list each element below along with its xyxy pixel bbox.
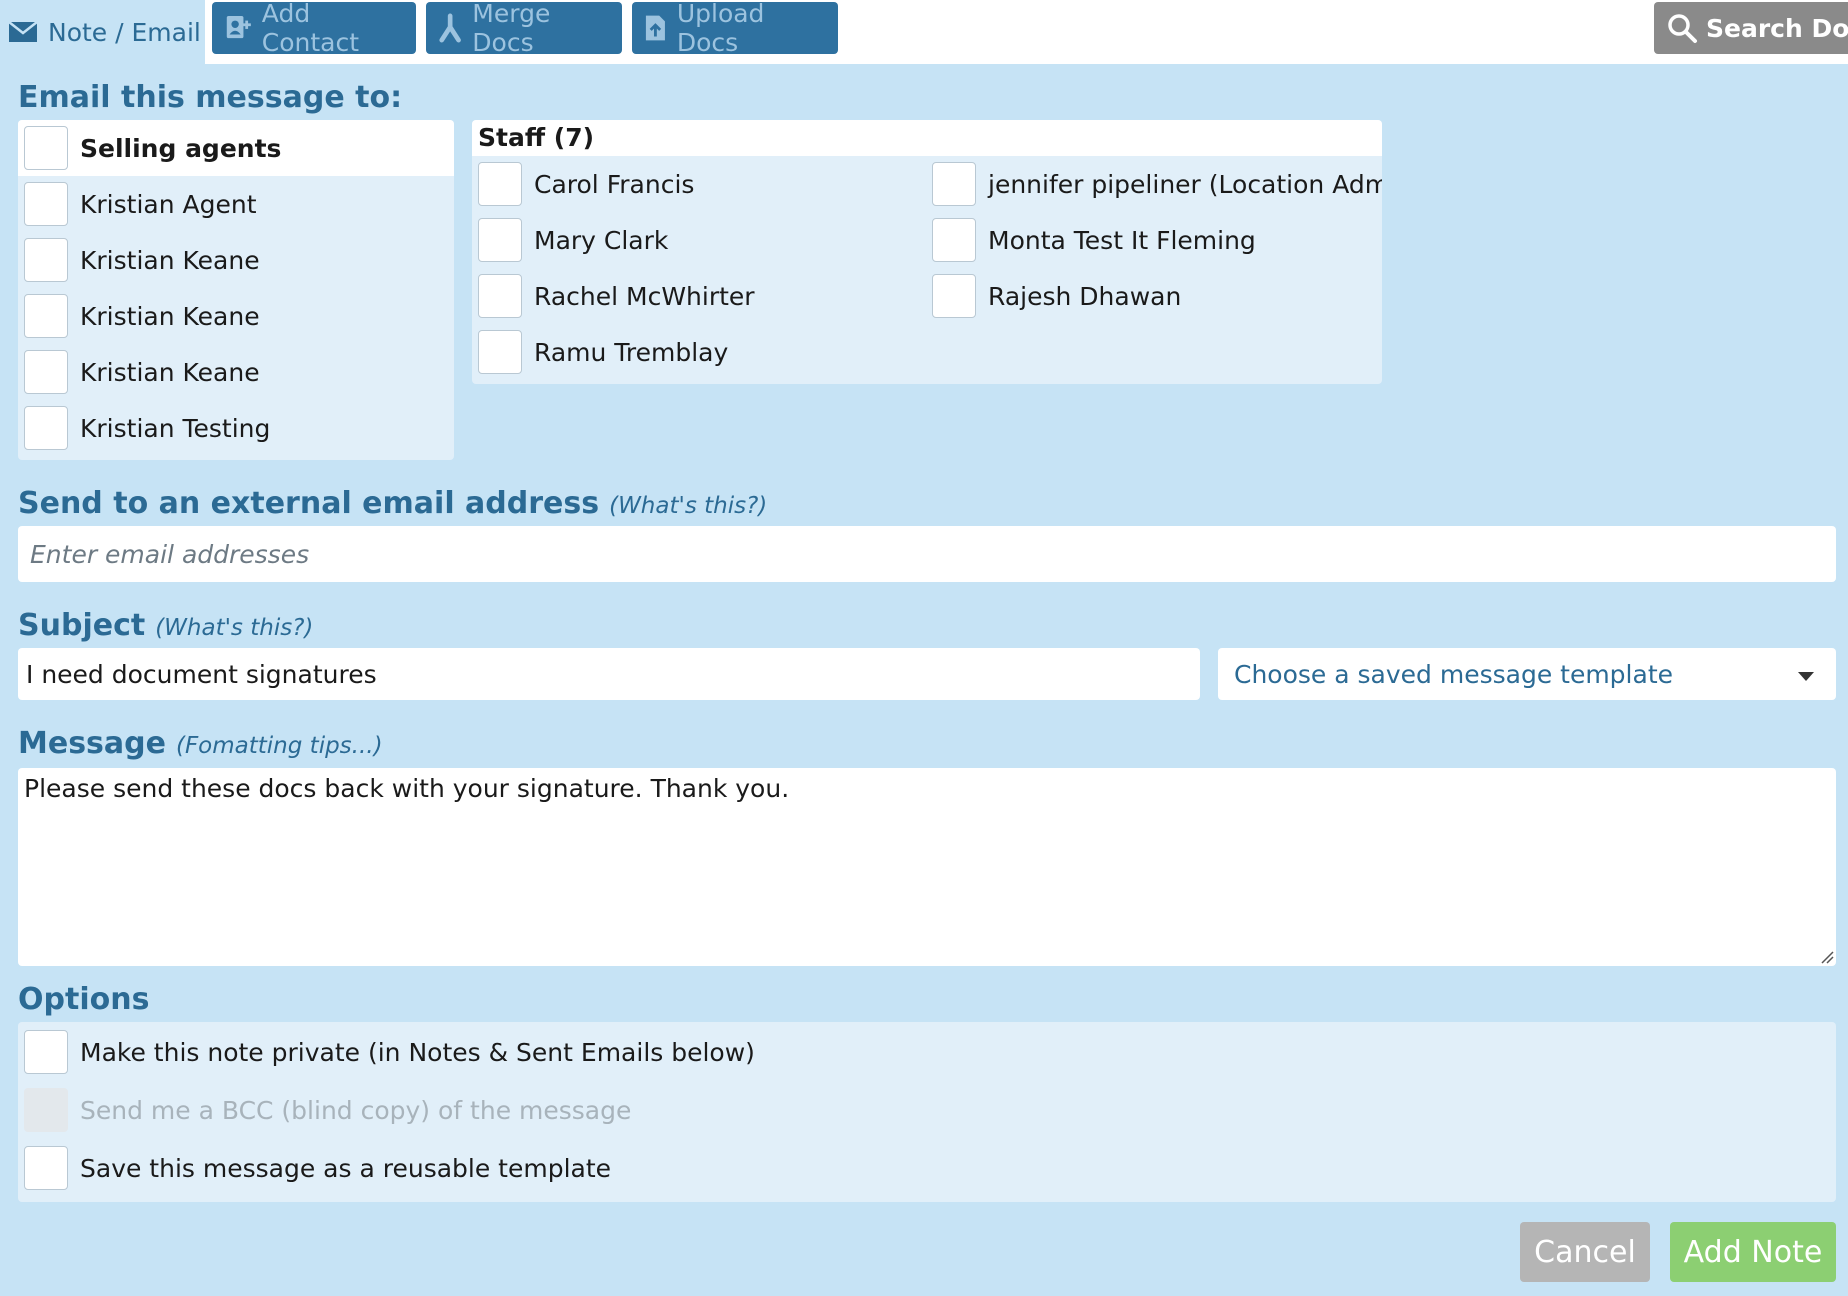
selling-agents-header: Selling agents	[18, 120, 454, 176]
staff-header: Staff (7)	[472, 120, 1382, 156]
chevron-down-icon	[1798, 672, 1814, 681]
upload-docs-button[interactable]: Upload Docs	[632, 0, 838, 57]
agent-label: Kristian Keane	[80, 357, 260, 387]
formatting-tips-link[interactable]: (Fomatting tips...)	[176, 733, 383, 759]
subject-value: I need document signatures	[26, 659, 377, 689]
staff-checkbox[interactable]	[478, 218, 522, 262]
agent-label: Kristian Agent	[80, 189, 257, 219]
list-item: Mary Clark	[478, 218, 668, 262]
add-user-icon	[226, 15, 251, 39]
agent-checkbox[interactable]	[24, 406, 68, 450]
external-email-placeholder: Enter email addresses	[30, 539, 310, 569]
options-title: Options	[18, 982, 150, 1017]
message-value: Please send these docs back with your si…	[24, 774, 790, 803]
message-template-selected: Choose a saved message template	[1234, 659, 1674, 689]
message-textarea[interactable]: Please send these docs back with your si…	[18, 768, 1836, 966]
bcc-label: Send me a BCC (blind copy) of the messag…	[80, 1095, 632, 1125]
list-item: Carol Francis	[478, 162, 694, 206]
staff-label: Rajesh Dhawan	[988, 281, 1182, 311]
upload-document-icon	[645, 15, 665, 41]
search-icon	[1668, 14, 1697, 43]
list-item: Kristian Keane	[24, 294, 260, 338]
message-title: Message (Fomatting tips...)	[18, 726, 383, 761]
envelope-icon	[8, 21, 38, 42]
add-contact-button[interactable]: Add Contact	[212, 0, 416, 57]
staff-checkbox[interactable]	[932, 162, 976, 206]
cancel-button[interactable]: Cancel	[1520, 1222, 1650, 1282]
merge-docs-button[interactable]: Merge Docs	[426, 0, 622, 57]
external-email-title: Send to an external email address (What's…	[18, 486, 767, 521]
list-item: Rajesh Dhawan	[932, 274, 1181, 318]
list-item: Monta Test It Fleming	[932, 218, 1256, 262]
staff-panel: Staff (7) Carol Francis jennifer pipelin…	[472, 120, 1382, 384]
recipients-title: Email this message to:	[18, 80, 403, 115]
private-note-label: Make this note private (in Notes & Sent …	[80, 1037, 755, 1067]
agent-checkbox[interactable]	[24, 294, 68, 338]
agent-label: Kristian Testing	[80, 413, 271, 443]
search-docs-button[interactable]: Search Docs	[1654, 2, 1848, 54]
list-item: jennifer pipeliner (Location Admin)	[932, 162, 1382, 206]
resize-handle-icon[interactable]	[1820, 950, 1834, 964]
save-template-label: Save this message as a reusable template	[80, 1153, 612, 1183]
list-item: Ramu Tremblay	[478, 330, 728, 374]
staff-label: Mary Clark	[534, 225, 669, 255]
subject-title-text: Subject	[18, 608, 146, 643]
private-note-checkbox[interactable]	[24, 1030, 68, 1074]
save-template-checkbox[interactable]	[24, 1146, 68, 1190]
external-email-help-link[interactable]: (What's this?)	[609, 493, 767, 519]
list-item: Kristian Testing	[24, 406, 270, 450]
upload-docs-label: Upload Docs	[676, 0, 765, 57]
list-item: Kristian Keane	[24, 350, 260, 394]
agent-checkbox[interactable]	[24, 350, 68, 394]
options-panel: Make this note private (in Notes & Sent …	[18, 1022, 1836, 1202]
staff-label: Ramu Tremblay	[534, 337, 729, 367]
staff-label: Monta Test It Fleming	[988, 225, 1256, 255]
staff-label: jennifer pipeliner (Location Admin)	[988, 169, 1382, 199]
external-email-title-text: Send to an external email address	[18, 486, 600, 521]
option-bcc: Send me a BCC (blind copy) of the messag…	[24, 1088, 631, 1132]
staff-checkbox[interactable]	[932, 218, 976, 262]
subject-title: Subject (What's this?)	[18, 608, 313, 643]
list-item: Kristian Agent	[24, 182, 257, 226]
merge-docs-label: Merge Docs	[472, 0, 551, 57]
add-note-button[interactable]: Add Note	[1670, 1222, 1836, 1282]
list-item: Kristian Keane	[24, 238, 260, 282]
staff-checkbox[interactable]	[932, 274, 976, 318]
message-template-select[interactable]: Choose a saved message template	[1218, 648, 1836, 700]
merge-icon	[439, 13, 461, 43]
search-docs-label: Search Docs	[1706, 13, 1848, 43]
tab-bar: Note / Email Add Contact Merge Docs Uplo…	[0, 0, 1848, 64]
agent-label: Kristian Keane	[80, 245, 260, 275]
selling-agents-header-label: Selling agents	[80, 133, 282, 163]
staff-label: Rachel McWhirter	[534, 281, 755, 311]
add-contact-label: Add Contact	[261, 0, 360, 57]
bcc-checkbox	[24, 1088, 68, 1132]
tab-note-email-label: Note / Email	[48, 17, 201, 47]
staff-checkbox[interactable]	[478, 274, 522, 318]
agent-checkbox[interactable]	[24, 182, 68, 226]
subject-help-link[interactable]: (What's this?)	[155, 615, 313, 641]
agent-checkbox[interactable]	[24, 238, 68, 282]
list-item: Rachel McWhirter	[478, 274, 755, 318]
tab-note-email[interactable]: Note / Email	[0, 0, 205, 64]
message-title-text: Message	[18, 726, 166, 761]
option-private: Make this note private (in Notes & Sent …	[24, 1030, 755, 1074]
staff-checkbox[interactable]	[478, 330, 522, 374]
external-email-input[interactable]: Enter email addresses	[18, 526, 1836, 582]
staff-label: Carol Francis	[534, 169, 695, 199]
selling-agents-panel: Selling agents Kristian Agent Kristian K…	[18, 120, 454, 460]
agent-label: Kristian Keane	[80, 301, 260, 331]
subject-input[interactable]: I need document signatures	[18, 648, 1200, 700]
selling-agents-select-all-checkbox[interactable]	[24, 126, 68, 170]
option-save-template: Save this message as a reusable template	[24, 1146, 611, 1190]
staff-checkbox[interactable]	[478, 162, 522, 206]
